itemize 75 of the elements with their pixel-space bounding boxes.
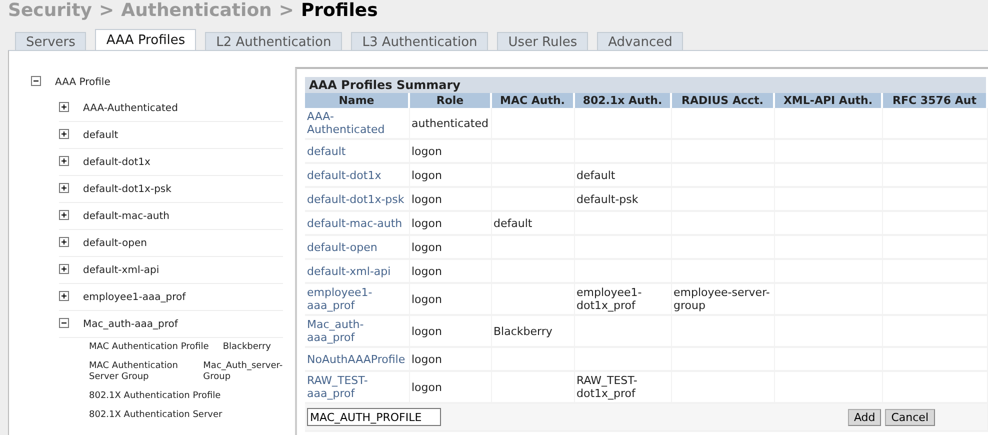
table-title: AAA Profiles Summary <box>305 77 987 93</box>
profile-link[interactable]: default-dot1x <box>307 168 406 182</box>
table-cell: logon <box>412 216 442 230</box>
tree-item[interactable]: default-dot1x-psk <box>83 184 172 194</box>
table-cell: logon <box>412 292 442 306</box>
profile-link[interactable]: default-dot1x-psk <box>307 192 406 206</box>
tree-item[interactable]: default <box>83 130 118 140</box>
form-button[interactable]: Add <box>848 408 882 426</box>
form-button[interactable]: Cancel <box>885 408 934 426</box>
property-value: Mac_Auth_server-Group <box>203 361 283 383</box>
tab[interactable]: AAA Profiles <box>95 29 196 50</box>
tab[interactable]: User Rules <box>497 32 588 50</box>
column-header: MAC Auth. <box>491 93 574 108</box>
profile-link[interactable]: employee1-aaa_prof <box>307 286 406 312</box>
tree-item[interactable]: employee1-aaa_prof <box>83 292 186 302</box>
tab[interactable]: Servers <box>15 32 86 50</box>
profile-link[interactable]: Mac_auth-aaa_prof <box>307 318 406 344</box>
tree-item[interactable]: default-xml-api <box>83 264 160 276</box>
property-label: MAC Authentication Profile <box>89 342 209 353</box>
column-header: XML-API Auth. <box>774 93 882 108</box>
tab[interactable]: L2 Authentication <box>205 32 342 50</box>
tab[interactable]: L3 Authentication <box>351 32 488 50</box>
tree-item[interactable]: Mac_auth-aaa_prof <box>83 318 178 330</box>
table-cell: logon <box>412 352 442 366</box>
table-cell: default-psk <box>576 192 638 206</box>
property-label: MAC Authentication Server Group <box>89 361 179 383</box>
table-cell: logon <box>412 324 442 338</box>
table-cell: Blackberry <box>494 324 552 338</box>
tab[interactable]: Advanced <box>597 32 684 50</box>
table-cell: logon <box>412 144 442 158</box>
profile-name-field[interactable]: MAC_AUTH_PROFILE <box>307 408 441 426</box>
table-cell: logon <box>412 240 442 254</box>
profile-link[interactable]: NoAuthAAAProfile <box>307 352 406 366</box>
expand-icon[interactable] <box>59 236 69 246</box>
profile-link[interactable]: default-open <box>307 240 406 254</box>
expand-icon[interactable] <box>59 210 69 220</box>
property-label: 802.1X Authentication Server <box>89 410 222 421</box>
column-header: 802.1x Auth. <box>574 93 671 108</box>
table-cell: logon <box>412 264 442 278</box>
tree-item[interactable]: default-dot1x <box>83 156 150 168</box>
table-cell: default <box>576 168 616 182</box>
column-header: RFC 3576 Aut <box>882 93 987 108</box>
expand-icon[interactable] <box>59 264 69 274</box>
profile-link[interactable]: default-mac-auth <box>307 216 406 230</box>
column-header: Name <box>305 93 409 108</box>
column-header: Role <box>409 93 491 108</box>
table-cell: logon <box>412 192 442 206</box>
profile-link[interactable]: default <box>307 144 406 158</box>
table-cell: logon <box>412 380 442 394</box>
table-cell: logon <box>412 168 442 182</box>
property-label: 802.1X Authentication Profile <box>89 391 221 402</box>
table-cell: default <box>494 216 532 230</box>
collapse-icon[interactable] <box>31 76 41 86</box>
property-value: Blackberry <box>222 342 271 353</box>
expand-icon[interactable] <box>59 182 69 192</box>
table-cell: authenticated <box>412 116 488 130</box>
expand-icon[interactable] <box>59 102 69 112</box>
profile-link[interactable]: RAW_TEST-aaa_prof <box>307 374 406 400</box>
breadcrumb-item: Profiles <box>300 0 378 22</box>
tree-item[interactable]: default-mac-auth <box>83 210 170 222</box>
tree-root[interactable]: AAA Profile <box>55 76 110 88</box>
table-cell: employee1-dot1x_prof <box>576 286 642 312</box>
expand-icon[interactable] <box>59 290 69 300</box>
table-cell: RAW_TEST-dot1x_prof <box>576 374 638 400</box>
breadcrumb-separator: > <box>278 0 294 22</box>
tree-item[interactable]: default-open <box>83 238 147 248</box>
expand-icon[interactable] <box>59 128 69 138</box>
breadcrumb-separator: > <box>99 0 114 22</box>
profile-link[interactable]: default-xml-api <box>307 264 406 278</box>
expand-icon[interactable] <box>59 156 69 166</box>
table-cell: employee-server-group <box>674 286 770 312</box>
collapse-icon[interactable] <box>59 318 69 328</box>
tree-item[interactable]: AAA-Authenticated <box>83 102 178 114</box>
profile-link[interactable]: AAA-Authenticated <box>307 110 406 136</box>
column-header: RADIUS Acct. <box>671 93 774 108</box>
